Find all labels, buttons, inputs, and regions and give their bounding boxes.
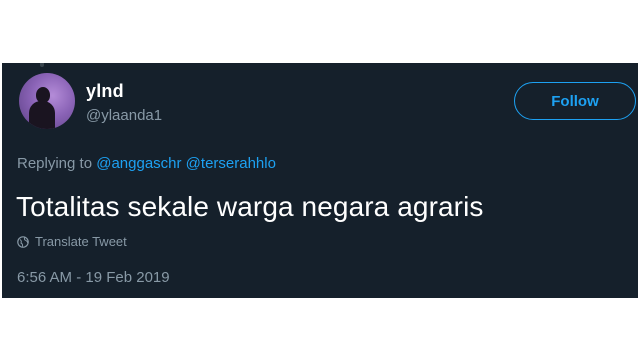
translate-label: Translate Tweet [35, 234, 127, 249]
tweet-timestamp[interactable]: 6:56 AM - 19 Feb 2019 [17, 269, 170, 286]
thread-connector [40, 63, 44, 67]
mention-link[interactable]: @terserahhlo [186, 155, 276, 172]
tweet-card: ylnd @ylaanda1 Follow Replying to @angga… [2, 63, 638, 298]
replying-to-line: Replying to @anggaschr @terserahhlo [17, 155, 276, 172]
globe-icon [17, 235, 29, 248]
display-name[interactable]: ylnd [86, 81, 124, 102]
user-handle[interactable]: @ylaanda1 [86, 107, 162, 124]
follow-button[interactable]: Follow [514, 82, 636, 120]
translate-tweet-link[interactable]: Translate Tweet [17, 234, 127, 249]
avatar[interactable] [19, 73, 75, 129]
mention-link[interactable]: @anggaschr [96, 155, 181, 172]
avatar-figure-body [29, 101, 55, 129]
tweet-text: Totalitas sekale warga negara agraris [16, 191, 484, 222]
replying-to-prefix: Replying to [17, 155, 93, 172]
